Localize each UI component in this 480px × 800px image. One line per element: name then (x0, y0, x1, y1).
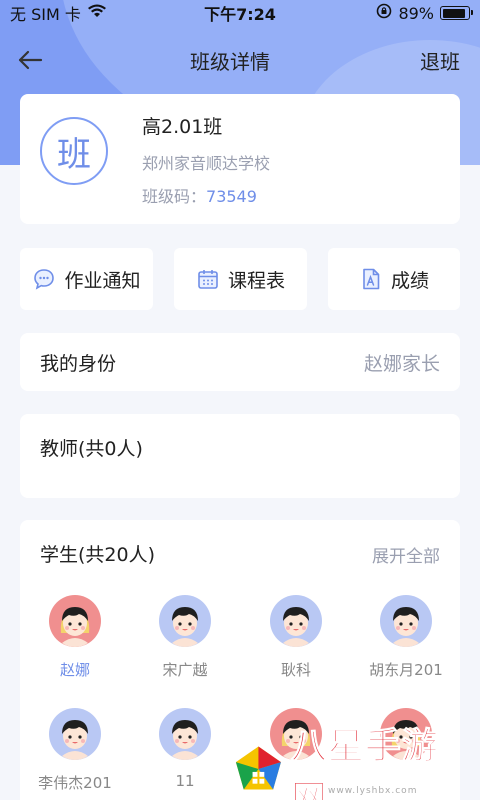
student-item[interactable]: 耿科 (248, 595, 344, 680)
grades-label: 成绩 (390, 269, 429, 292)
my-identity-row[interactable]: 我的身份 赵娜家长 (20, 333, 460, 391)
battery-percent: 89% (398, 3, 434, 23)
expand-all-button[interactable]: 展开全部 (372, 542, 440, 567)
teachers-heading: 教师(共0人) (40, 438, 143, 460)
class-name: 高2.01班 (142, 116, 223, 138)
student-name: 李伟杰201 (38, 774, 112, 792)
identity-label: 我的身份 (40, 352, 117, 375)
grades-button[interactable]: 成绩 (328, 248, 460, 310)
student-name: 11 (175, 772, 195, 790)
navigation-bar: 班级详情 退班 (0, 38, 480, 82)
student-avatar-icon (159, 595, 211, 651)
student-name: 胡东月201 (369, 661, 443, 679)
student-item[interactable]: 赵娜 (27, 595, 123, 680)
page-title: 班级详情 (190, 49, 270, 74)
class-avatar: 班 (40, 117, 108, 185)
student-item[interactable]: 胡东月201 (358, 595, 454, 680)
status-bar: 无 SIM 卡 下午7:24 89% (0, 0, 480, 26)
teachers-section: 教师(共0人) (20, 414, 460, 498)
rotation-lock-icon (376, 3, 392, 23)
class-info-card: 班 高2.01班 郑州家音顺达学校 班级码：73549 (20, 94, 460, 224)
student-item[interactable]: 11 (137, 708, 233, 790)
student-item[interactable]: 宋广越 (137, 595, 233, 680)
student-avatar-icon (159, 708, 211, 764)
school-name: 郑州家音顺达学校 (142, 154, 271, 173)
watermark-logo-icon (235, 746, 281, 790)
class-code-label: 班级码： (142, 187, 207, 206)
homework-notice-button[interactable]: 作业通知 (20, 248, 153, 310)
leave-class-button[interactable]: 退班 (400, 46, 480, 75)
student-avatar-icon (380, 595, 432, 651)
student-name: 宋广越 (162, 661, 208, 679)
student-avatar-icon (49, 708, 101, 764)
homework-notice-label: 作业通知 (64, 269, 141, 292)
student-name: 耿科 (280, 661, 311, 679)
calendar-icon (198, 270, 218, 289)
identity-value: 赵娜家长 (363, 352, 440, 375)
battery-icon (440, 6, 473, 20)
wifi-icon (87, 3, 107, 23)
carrier-label: 无 SIM 卡 (10, 5, 81, 24)
document-a-icon (363, 268, 380, 290)
schedule-label: 课程表 (227, 269, 285, 292)
class-code-value[interactable]: 73549 (206, 187, 257, 206)
chat-bubble-icon (34, 269, 55, 290)
back-button[interactable] (0, 38, 60, 82)
back-arrow-icon (18, 50, 43, 70)
student-avatar-icon (49, 595, 101, 651)
students-heading: 学生(共20人) (40, 544, 156, 566)
class-code-row: 班级码：73549 (142, 183, 257, 207)
status-time: 下午7:24 (204, 5, 276, 24)
schedule-button[interactable]: 课程表 (174, 248, 307, 310)
student-item[interactable]: 李伟杰201 (27, 708, 123, 793)
student-name: 赵娜 (59, 661, 90, 679)
student-avatar-icon (270, 595, 322, 651)
site-watermark: 八星手游网 www.lyshbx.com (232, 726, 472, 800)
watermark-url: www.lyshbx.com (328, 786, 418, 796)
